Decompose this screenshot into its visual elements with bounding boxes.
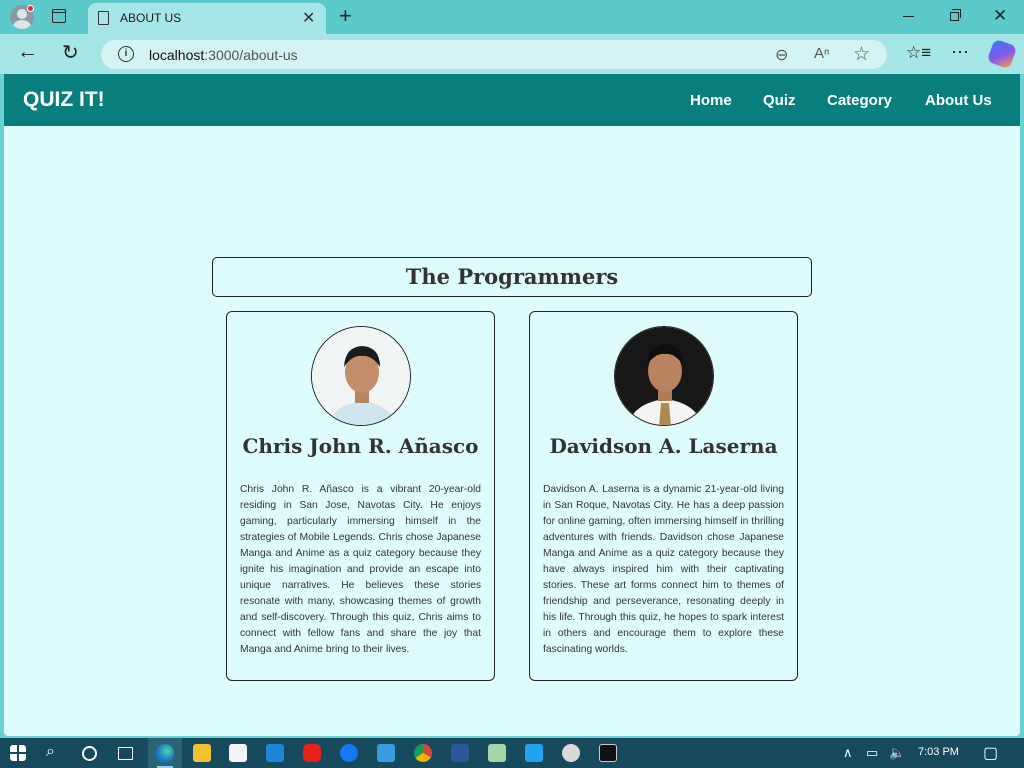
programmer-card: Davidson A. Laserna Davidson A. Laserna … — [529, 311, 798, 681]
copilot-icon[interactable] — [986, 38, 1018, 70]
back-icon[interactable]: ← — [17, 40, 38, 64]
chrome-icon[interactable] — [414, 744, 432, 762]
zoom-out-icon[interactable]: ⊖ — [775, 45, 788, 65]
tab-title: ABOUT US — [120, 11, 182, 25]
tab-actions-icon[interactable] — [52, 9, 66, 23]
browser-tab-strip: ABOUT US ✕ + ✕ — [0, 0, 1024, 34]
mail-icon[interactable] — [266, 744, 284, 762]
page-title: The Programmers — [405, 264, 619, 289]
read-aloud-icon[interactable]: Aⁿ — [814, 45, 829, 62]
facebook-icon[interactable] — [340, 744, 358, 762]
browser-toolbar: ← ↻ i localhost:3000/about-us ⊖ Aⁿ ☆ ☆≡ … — [0, 34, 1024, 74]
programmer-card: Chris John R. Añasco Chris John R. Añasc… — [226, 311, 495, 681]
new-tab-icon[interactable]: + — [339, 4, 352, 28]
nav-category[interactable]: Category — [827, 92, 892, 109]
programmer-bio: Davidson A. Laserna is a dynamic 21-year… — [543, 484, 784, 655]
avatar — [311, 326, 411, 426]
more-options-icon[interactable]: ⋯ — [951, 42, 970, 63]
favorites-icon[interactable]: ☆≡ — [906, 43, 931, 63]
favorite-star-icon[interactable]: ☆ — [853, 43, 870, 66]
start-icon[interactable] — [10, 745, 26, 761]
store-icon[interactable] — [229, 744, 247, 762]
notepad-icon[interactable] — [488, 744, 506, 762]
youtube-icon[interactable] — [303, 744, 321, 762]
info-icon[interactable]: i — [118, 46, 134, 62]
programmer-name: Davidson A. Laserna — [549, 434, 778, 458]
remote-desktop-icon[interactable] — [377, 744, 395, 762]
url-host: localhost — [149, 47, 205, 63]
url-path: :3000/about-us — [204, 47, 298, 63]
volume-icon[interactable]: 🔈 — [889, 745, 905, 761]
notifications-icon[interactable]: ▢ — [983, 743, 998, 763]
nav-home[interactable]: Home — [690, 92, 732, 109]
taskbar: ⌕ ∧ ▭ 🔈 7:03 PM ▢ — [0, 738, 1024, 768]
vscode-icon[interactable] — [525, 744, 543, 762]
restore-icon[interactable] — [950, 9, 961, 21]
terminal-icon[interactable] — [599, 744, 617, 762]
app-icon[interactable] — [562, 744, 580, 762]
chevron-up-icon[interactable]: ∧ — [843, 745, 853, 761]
section-title-box: The Programmers — [212, 257, 812, 297]
tab-about-us[interactable]: ABOUT US ✕ — [88, 3, 326, 34]
address-bar[interactable]: i localhost:3000/about-us ⊖ Aⁿ ☆ — [101, 40, 887, 69]
programmer-name: Chris John R. Añasco — [242, 434, 479, 458]
word-icon[interactable] — [451, 744, 469, 762]
file-explorer-icon[interactable] — [193, 744, 211, 762]
close-tab-icon[interactable]: ✕ — [302, 8, 315, 28]
network-icon[interactable]: ▭ — [866, 745, 878, 761]
search-icon[interactable]: ⌕ — [46, 743, 55, 761]
notification-dot-icon — [27, 5, 34, 12]
taskbar-clock[interactable]: 7:03 PM — [918, 746, 959, 758]
site-header: QUIZ IT! Home Quiz Category About Us — [4, 74, 1020, 126]
page-viewport: QUIZ IT! Home Quiz Category About Us The… — [4, 74, 1020, 736]
site-brand[interactable]: QUIZ IT! — [23, 88, 105, 112]
nav-about-us[interactable]: About Us — [925, 92, 992, 109]
minimize-icon[interactable] — [903, 16, 914, 17]
page-icon — [98, 11, 109, 25]
avatar-photo — [312, 327, 410, 425]
avatar — [614, 326, 714, 426]
avatar-photo — [615, 327, 713, 425]
url-text[interactable]: localhost:3000/about-us — [149, 47, 298, 63]
close-window-icon[interactable]: ✕ — [993, 6, 1007, 26]
edge-icon[interactable] — [156, 744, 174, 762]
task-view-icon[interactable] — [118, 747, 133, 760]
programmer-bio: Chris John R. Añasco is a vibrant 20-yea… — [240, 484, 481, 655]
nav-quiz[interactable]: Quiz — [763, 92, 796, 109]
reload-icon[interactable]: ↻ — [62, 40, 79, 65]
cortana-icon[interactable] — [82, 746, 97, 761]
